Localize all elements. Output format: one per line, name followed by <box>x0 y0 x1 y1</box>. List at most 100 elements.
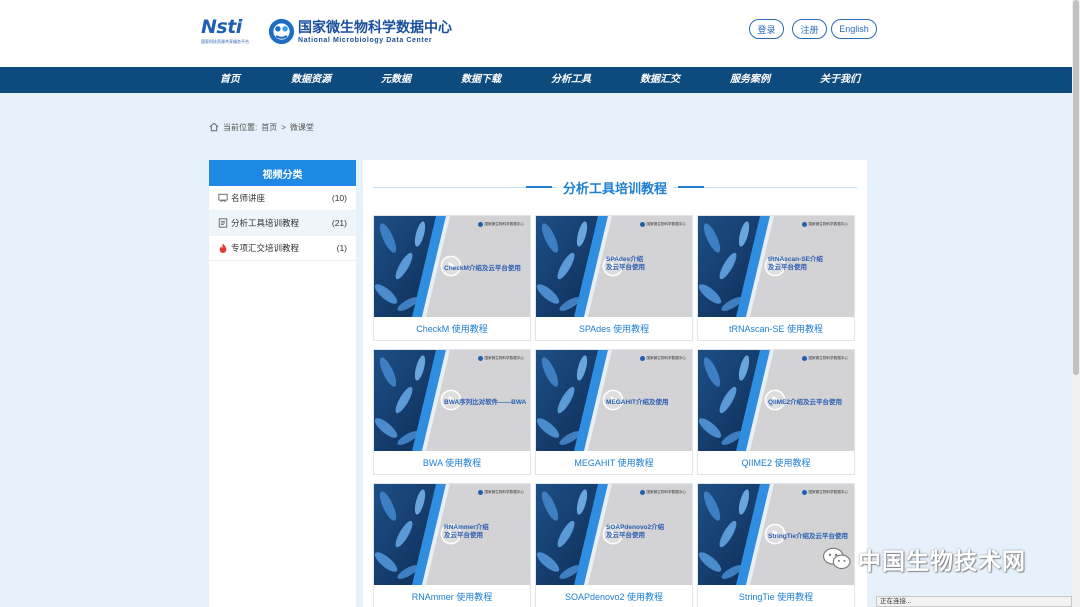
nsti-logo[interactable]: Nsti 国家科技资源共享服务平台 <box>201 15 257 47</box>
section-title: 分析工具培训教程 <box>556 177 673 197</box>
browser-status-bar: 正在连接... <box>876 596 1072 607</box>
category-item-lectures[interactable]: 名师讲座 (10) <box>209 186 356 211</box>
thumbnail-logo-text: 国家微生物科学数据中心 <box>484 222 524 226</box>
category-label: 分析工具培训教程 <box>231 218 300 228</box>
thumbnail-logo-text: 国家微生物科学数据中心 <box>646 222 686 226</box>
video-title-link[interactable]: CheckM 使用教程 <box>374 317 530 341</box>
video-list-panel: 分析工具培训教程 国家微生物科学数据中心 CheckM介绍及云平台使用 CheckM… <box>363 160 867 607</box>
english-button[interactable]: English <box>831 19 877 39</box>
login-button[interactable]: 登录 <box>749 19 784 39</box>
heading-accent-right <box>678 186 704 188</box>
thumbnail-title-line: QIIME2介绍及云平台使用 <box>768 399 843 406</box>
thumbnail-logo-text: 国家微生物科学数据中心 <box>808 222 848 226</box>
breadcrumb-prefix: 当前位置: <box>223 122 258 132</box>
main-nav: 首页 数据资源 元数据 数据下载 分析工具 数据汇交 服务案例 关于我们 <box>0 67 1080 93</box>
thumbnail-title-line: BWA序列比对软件——BWA <box>444 399 527 406</box>
video-title-link[interactable]: MEGAHIT 使用教程 <box>536 451 692 475</box>
site-header: Nsti 国家科技资源共享服务平台 国家微生物科学数据中心 National M… <box>0 0 1080 67</box>
video-card[interactable]: 国家微生物科学数据中心 RNAmmer介绍 及云平台使用 RNAmmer 使用教程 <box>373 483 531 607</box>
nsti-logo-text: Nsti <box>201 16 242 38</box>
flame-icon <box>219 243 227 253</box>
nav-item-data-download[interactable]: 数据下载 <box>461 67 501 93</box>
register-button[interactable]: 注册 <box>792 19 827 39</box>
thumbnail-title: BWA序列比对软件——BWA <box>444 399 528 407</box>
home-icon <box>209 122 219 132</box>
thumbnail-title-line: RNAmmer介绍 <box>444 524 489 531</box>
video-title-link[interactable]: RNAmmer 使用教程 <box>374 585 530 607</box>
category-label: 名师讲座 <box>231 193 266 203</box>
thumbnail-title-line: tRNAscan-SE介绍 <box>768 256 823 263</box>
thumbnail-logo: 国家微生物科学数据中心 <box>478 356 524 361</box>
video-title-link[interactable]: SPAdes 使用教程 <box>536 317 692 341</box>
thumbnail-title-line: 及云平台使用 <box>768 264 807 271</box>
site-title-english: National Microbiology Data Center <box>298 36 433 44</box>
thumbnail-title: MEGAHIT介绍及使用 <box>606 399 690 407</box>
thumbnail-logo-text: 国家微生物科学数据中心 <box>484 356 524 360</box>
video-card[interactable]: 国家微生物科学数据中心 tRNAscan-SE介绍 及云平台使用 tRNAscan-S… <box>697 215 855 341</box>
nav-item-data-submission[interactable]: 数据汇交 <box>640 67 680 93</box>
nav-item-data-resources[interactable]: 数据资源 <box>291 67 331 93</box>
video-thumbnail[interactable]: 国家微生物科学数据中心 MEGAHIT介绍及使用 <box>536 350 692 451</box>
video-thumbnail[interactable]: 国家微生物科学数据中心 SOAPdenovo2介绍 及云平台使用 <box>536 484 692 585</box>
video-card[interactable]: 国家微生物科学数据中心 BWA序列比对软件——BWA BWA 使用教程 <box>373 349 531 475</box>
thumbnail-logo-text: 国家微生物科学数据中心 <box>808 490 848 494</box>
thumbnail-title-line: MEGAHIT介绍及使用 <box>606 399 669 406</box>
thumbnail-logo: 国家微生物科学数据中心 <box>802 356 848 361</box>
nav-item-metadata[interactable]: 元数据 <box>381 67 411 93</box>
thumbnail-title: QIIME2介绍及云平台使用 <box>768 399 852 407</box>
breadcrumb-home-link[interactable]: 首页 <box>261 122 277 133</box>
nav-item-analysis-tools[interactable]: 分析工具 <box>551 67 591 93</box>
nmdc-logo[interactable]: 国家微生物科学数据中心 National Microbiology Data C… <box>268 16 452 46</box>
thumbnail-logo-text: 国家微生物科学数据中心 <box>646 356 686 360</box>
video-card[interactable]: 国家微生物科学数据中心 QIIME2介绍及云平台使用 QIIME2 使用教程 <box>697 349 855 475</box>
thumbnail-logo: 国家微生物科学数据中心 <box>802 222 848 227</box>
video-title-link[interactable]: QIIME2 使用教程 <box>698 451 854 475</box>
nav-item-home[interactable]: 首页 <box>220 67 240 93</box>
video-title-link[interactable]: SOAPdenovo2 使用教程 <box>536 585 692 607</box>
video-title-link[interactable]: BWA 使用教程 <box>374 451 530 475</box>
video-title-link[interactable]: tRNAscan-SE 使用教程 <box>698 317 854 341</box>
breadcrumb-current: 微课堂 <box>289 122 314 132</box>
thumbnail-title-line: 及云平台使用 <box>444 532 483 539</box>
thumbnail-logo-text: 国家微生物科学数据中心 <box>808 356 848 360</box>
category-sidebar: 视频分类 名师讲座 (10) 分析工具培训教程 (21) 专项汇交培训教程 (1… <box>209 160 356 607</box>
thumbnail-title-line: 及云平台使用 <box>606 264 645 271</box>
video-card[interactable]: 国家微生物科学数据中心 CheckM介绍及云平台使用 CheckM 使用教程 <box>373 215 531 341</box>
video-card[interactable]: 国家微生物科学数据中心 MEGAHIT介绍及使用 MEGAHIT 使用教程 <box>535 349 693 475</box>
watermark: 中国生物技术网 <box>822 538 1026 580</box>
thumbnail-logo: 国家微生物科学数据中心 <box>478 222 524 227</box>
breadcrumb-separator: > <box>281 122 286 132</box>
scrollbar-thumb[interactable] <box>1073 0 1079 375</box>
video-thumbnail[interactable]: 国家微生物科学数据中心 tRNAscan-SE介绍 及云平台使用 <box>698 216 854 317</box>
thumbnail-logo: 国家微生物科学数据中心 <box>802 490 848 495</box>
section-heading: 分析工具培训教程 <box>373 177 857 197</box>
watermark-text: 中国生物技术网 <box>858 548 1026 574</box>
video-card[interactable]: 国家微生物科学数据中心 SPAdes介绍 及云平台使用 SPAdes 使用教程 <box>535 215 693 341</box>
thumbnail-logo-text: 国家微生物科学数据中心 <box>646 490 686 494</box>
thumbnail-title: CheckM介绍及云平台使用 <box>444 265 528 273</box>
nsti-logo-subtitle: 国家科技资源共享服务平台 <box>201 39 249 44</box>
thumbnail-title: SPAdes介绍 及云平台使用 <box>606 256 690 272</box>
video-title-link[interactable]: StringTie 使用教程 <box>698 585 854 607</box>
video-thumbnail[interactable]: 国家微生物科学数据中心 BWA序列比对软件——BWA <box>374 350 530 451</box>
video-thumbnail[interactable]: 国家微生物科学数据中心 RNAmmer介绍 及云平台使用 <box>374 484 530 585</box>
nav-item-service-cases[interactable]: 服务案例 <box>730 67 770 93</box>
lecture-icon <box>218 193 228 203</box>
thumbnail-title-line: SOAPdenovo2介绍 <box>606 524 665 531</box>
nmdc-logo-icon <box>268 18 295 44</box>
page-scrollbar[interactable] <box>1072 0 1080 607</box>
sidebar-title: 视频分类 <box>209 160 356 186</box>
nav-item-about-us[interactable]: 关于我们 <box>820 67 860 93</box>
category-item-analysis-tools[interactable]: 分析工具培训教程 (21) <box>209 211 356 236</box>
thumbnail-logo: 国家微生物科学数据中心 <box>640 222 686 227</box>
thumbnail-logo: 国家微生物科学数据中心 <box>478 490 524 495</box>
thumbnail-title: RNAmmer介绍 及云平台使用 <box>444 524 528 540</box>
thumbnail-logo-text: 国家微生物科学数据中心 <box>484 490 524 494</box>
category-count: (21) <box>331 218 347 228</box>
thumbnail-title-line: 及云平台使用 <box>606 532 645 539</box>
video-thumbnail[interactable]: 国家微生物科学数据中心 SPAdes介绍 及云平台使用 <box>536 216 692 317</box>
category-item-special-submission[interactable]: 专项汇交培训教程 (1) <box>209 236 356 261</box>
video-card[interactable]: 国家微生物科学数据中心 SOAPdenovo2介绍 及云平台使用 SOAPdenovo… <box>535 483 693 607</box>
video-thumbnail[interactable]: 国家微生物科学数据中心 CheckM介绍及云平台使用 <box>374 216 530 317</box>
video-thumbnail[interactable]: 国家微生物科学数据中心 QIIME2介绍及云平台使用 <box>698 350 854 451</box>
